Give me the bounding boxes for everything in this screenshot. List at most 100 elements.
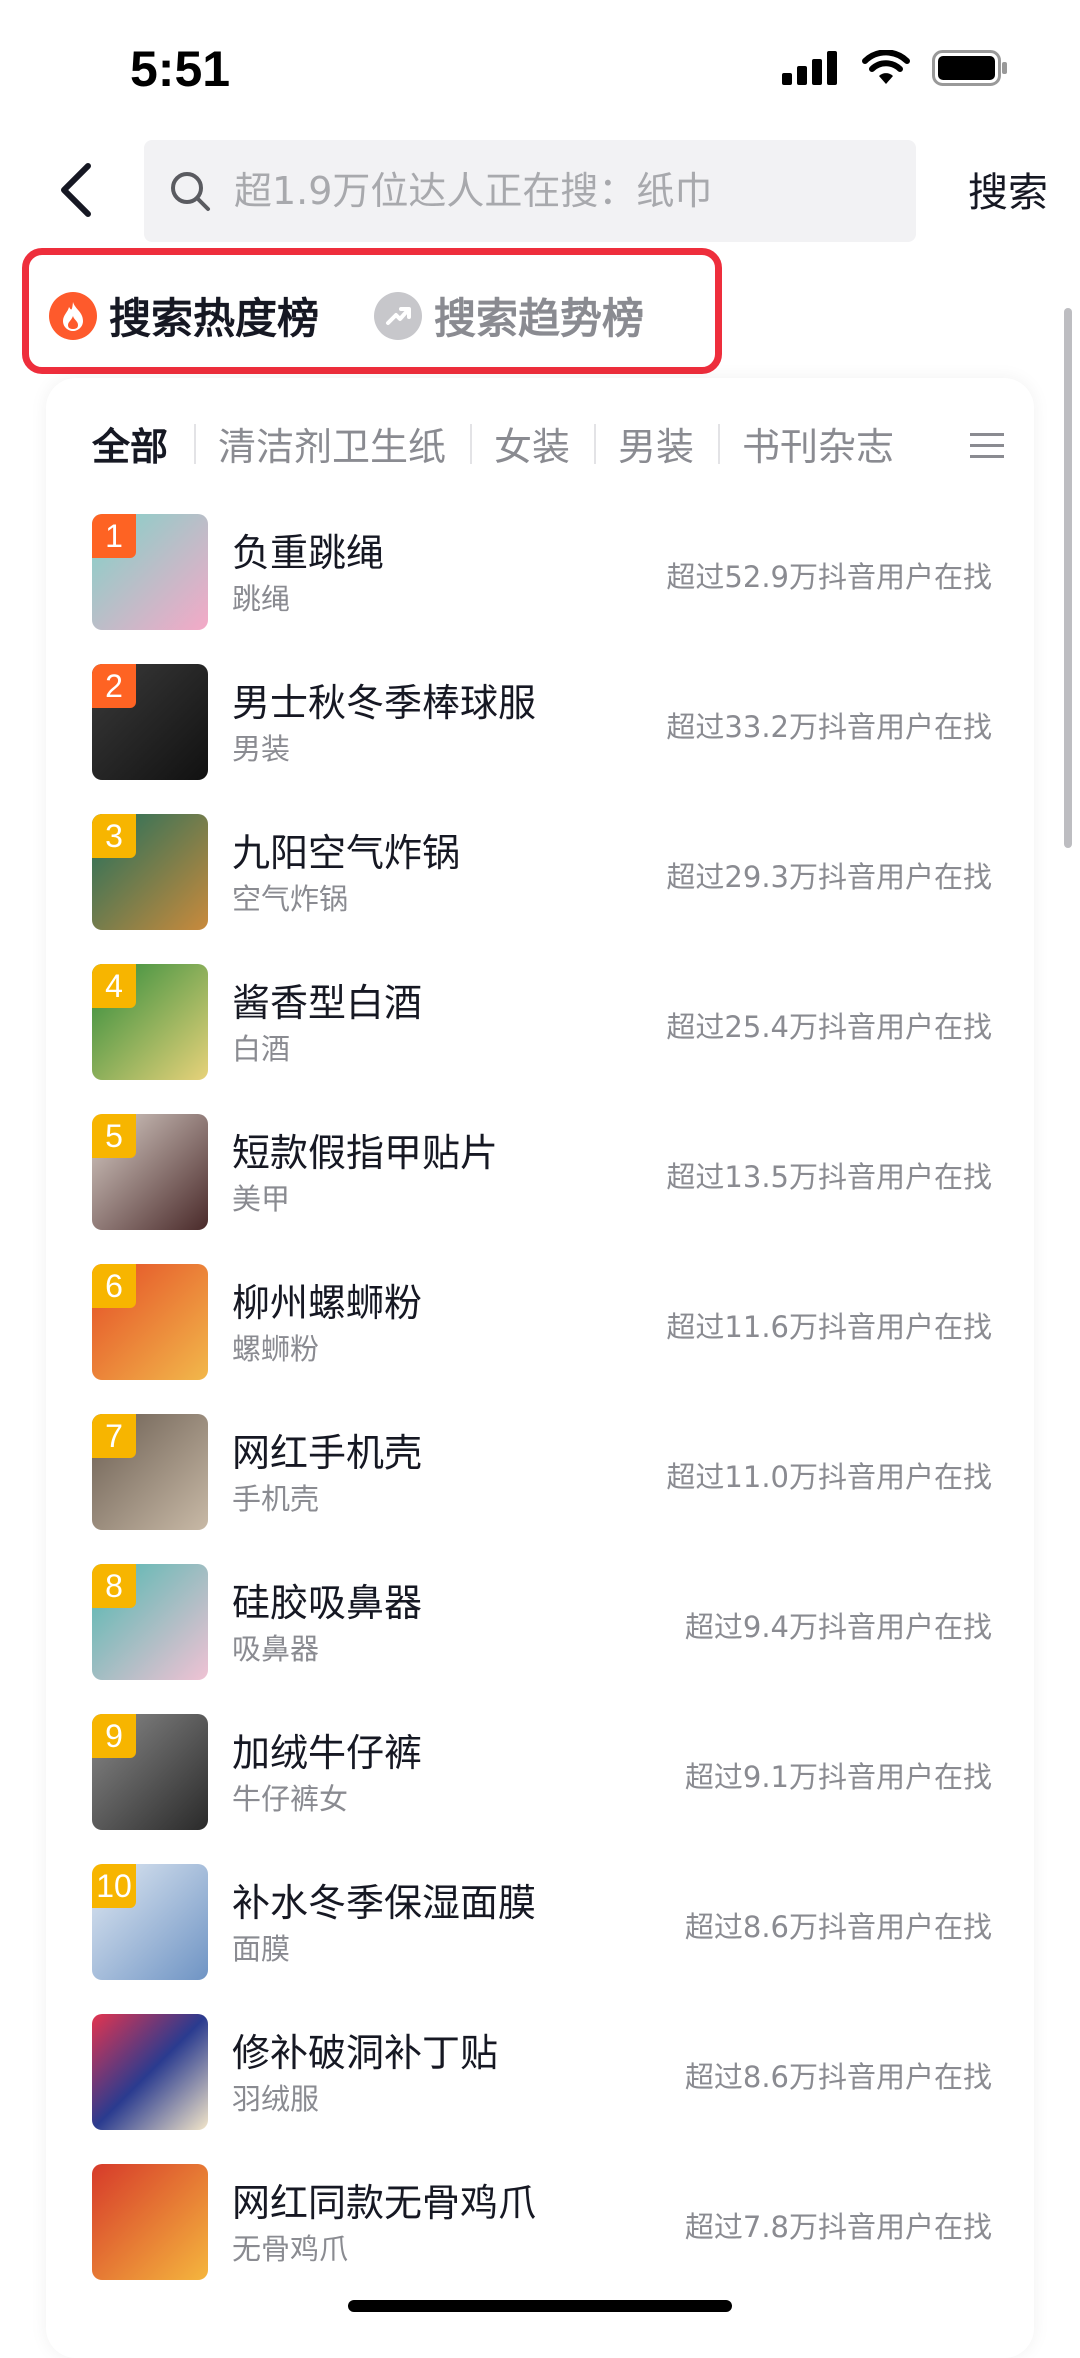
item-category: 美甲 — [232, 1182, 291, 1216]
item-title: 酱香型白酒 — [232, 981, 423, 1025]
cellular-signal-icon — [782, 51, 837, 85]
item-search-count: 超过8.6万抖音用户在找 — [684, 2060, 992, 2094]
category-tab-womens[interactable]: 女装 — [494, 416, 570, 471]
item-title: 短款假指甲贴片 — [232, 1131, 499, 1175]
rank-badge: 2 — [92, 664, 136, 708]
item-search-count: 超过9.4万抖音用户在找 — [684, 1610, 992, 1644]
category-divider — [470, 424, 472, 464]
item-title: 网红手机壳 — [232, 1431, 423, 1475]
item-search-count: 超过13.5万抖音用户在找 — [666, 1160, 992, 1194]
list-item[interactable]: 1 负重跳绳 跳绳 超过52.9万抖音用户在找 — [92, 514, 992, 630]
category-divider — [718, 424, 720, 464]
item-search-count: 超过25.4万抖音用户在找 — [666, 1010, 992, 1044]
product-thumbnail: 6 — [92, 1264, 208, 1380]
rank-badge: 6 — [92, 1264, 136, 1308]
category-tab-all[interactable]: 全部 — [92, 416, 168, 471]
item-category: 螺蛳粉 — [232, 1332, 320, 1366]
search-input[interactable] — [232, 168, 876, 214]
status-bar: 5:51 — [0, 0, 1080, 130]
rank-tabs-highlight: 搜索热度榜 搜索趋势榜 — [22, 248, 722, 374]
trend-arrow-icon — [374, 291, 422, 340]
tab-search-trend-label: 搜索趋势榜 — [434, 294, 645, 343]
category-menu-icon[interactable] — [970, 432, 1004, 460]
battery-icon — [932, 50, 1007, 86]
rank-badge: 7 — [92, 1414, 136, 1458]
item-title: 柳州螺蛳粉 — [232, 1281, 423, 1325]
product-thumbnail: 7 — [92, 1414, 208, 1530]
list-item[interactable]: 5 短款假指甲贴片 美甲 超过13.5万抖音用户在找 — [92, 1114, 992, 1230]
home-indicator[interactable] — [348, 2300, 732, 2312]
item-title: 负重跳绳 — [232, 531, 385, 575]
item-search-count: 超过11.0万抖音用户在找 — [666, 1460, 992, 1494]
category-tab-mens[interactable]: 男装 — [618, 416, 694, 471]
product-thumbnail — [92, 2014, 208, 2130]
item-category: 羽绒服 — [232, 2082, 320, 2116]
item-category: 牛仔裤女 — [232, 1782, 349, 1816]
item-title: 九阳空气炸锅 — [232, 831, 461, 875]
list-item[interactable]: 6 柳州螺蛳粉 螺蛳粉 超过11.6万抖音用户在找 — [92, 1264, 992, 1380]
product-thumbnail: 5 — [92, 1114, 208, 1230]
list-item[interactable]: 8 硅胶吸鼻器 吸鼻器 超过9.4万抖音用户在找 — [92, 1564, 992, 1680]
item-category: 空气炸锅 — [232, 882, 349, 916]
tab-search-trend[interactable]: 搜索趋势榜 — [374, 285, 644, 346]
item-category: 无骨鸡爪 — [232, 2232, 349, 2266]
item-title: 男士秋冬季棒球服 — [232, 681, 537, 725]
category-divider — [594, 424, 596, 464]
item-search-count: 超过8.6万抖音用户在找 — [684, 1910, 992, 1944]
product-thumbnail: 9 — [92, 1714, 208, 1830]
product-thumbnail: 3 — [92, 814, 208, 930]
item-search-count: 超过7.8万抖音用户在找 — [684, 2210, 992, 2244]
back-arrow-icon[interactable] — [52, 160, 102, 220]
list-item[interactable]: 10 补水冬季保湿面膜 面膜 超过8.6万抖音用户在找 — [92, 1864, 992, 1980]
list-item[interactable]: 7 网红手机壳 手机壳 超过11.0万抖音用户在找 — [92, 1414, 992, 1530]
item-title: 补水冬季保湿面膜 — [232, 1881, 537, 1925]
product-thumbnail: 8 — [92, 1564, 208, 1680]
rank-badge: 5 — [92, 1114, 136, 1158]
item-category: 白酒 — [232, 1032, 291, 1066]
item-category: 跳绳 — [232, 582, 291, 616]
search-bar[interactable] — [144, 140, 916, 242]
status-time: 5:51 — [130, 41, 231, 97]
tab-search-heat-label: 搜索热度榜 — [109, 294, 320, 343]
product-thumbnail: 2 — [92, 664, 208, 780]
list-item[interactable]: 2 男士秋冬季棒球服 男装 超过33.2万抖音用户在找 — [92, 664, 992, 780]
item-title: 修补破洞补丁贴 — [232, 2031, 499, 2075]
flame-icon — [49, 291, 97, 340]
tab-search-heat[interactable]: 搜索热度榜 — [49, 285, 319, 346]
wifi-icon — [862, 50, 910, 84]
category-tabs: 全部 清洁剂卫生纸 女装 男装 书刊杂志 — [46, 408, 1034, 478]
product-thumbnail: 4 — [92, 964, 208, 1080]
status-icons — [782, 50, 1008, 86]
rank-badge: 4 — [92, 964, 136, 1008]
product-thumbnail: 10 — [92, 1864, 208, 1980]
item-category: 吸鼻器 — [232, 1632, 320, 1666]
search-header: 搜索 — [0, 130, 1080, 250]
item-title: 网红同款无骨鸡爪 — [232, 2181, 537, 2225]
item-search-count: 超过9.1万抖音用户在找 — [684, 1760, 992, 1794]
search-icon — [171, 172, 210, 211]
list-item[interactable]: 4 酱香型白酒 白酒 超过25.4万抖音用户在找 — [92, 964, 992, 1080]
item-title: 加绒牛仔裤 — [232, 1731, 423, 1775]
rank-badge: 3 — [92, 814, 136, 858]
item-title: 硅胶吸鼻器 — [232, 1581, 423, 1625]
rank-badge: 9 — [92, 1714, 136, 1758]
item-category: 手机壳 — [232, 1482, 320, 1516]
item-search-count: 超过11.6万抖音用户在找 — [666, 1310, 992, 1344]
list-item[interactable]: 9 加绒牛仔裤 牛仔裤女 超过9.1万抖音用户在找 — [92, 1714, 992, 1830]
product-thumbnail: 1 — [92, 514, 208, 630]
item-category: 面膜 — [232, 1932, 291, 1966]
item-search-count: 超过52.9万抖音用户在找 — [666, 560, 992, 594]
category-tab-books[interactable]: 书刊杂志 — [742, 416, 894, 471]
rank-badge: 1 — [92, 514, 136, 558]
category-tab-cleaning[interactable]: 清洁剂卫生纸 — [218, 416, 446, 471]
scrollbar[interactable] — [1064, 308, 1072, 848]
category-divider — [194, 424, 196, 464]
item-search-count: 超过33.2万抖音用户在找 — [666, 710, 992, 744]
list-item[interactable]: 网红同款无骨鸡爪 无骨鸡爪 超过7.8万抖音用户在找 — [92, 2164, 992, 2280]
list-item[interactable]: 修补破洞补丁贴 羽绒服 超过8.6万抖音用户在找 — [92, 2014, 992, 2130]
rank-badge: 10 — [92, 1864, 136, 1908]
item-search-count: 超过29.3万抖音用户在找 — [666, 860, 992, 894]
list-item[interactable]: 3 九阳空气炸锅 空气炸锅 超过29.3万抖音用户在找 — [92, 814, 992, 930]
product-thumbnail — [92, 2164, 208, 2280]
search-button[interactable]: 搜索 — [968, 160, 1048, 218]
